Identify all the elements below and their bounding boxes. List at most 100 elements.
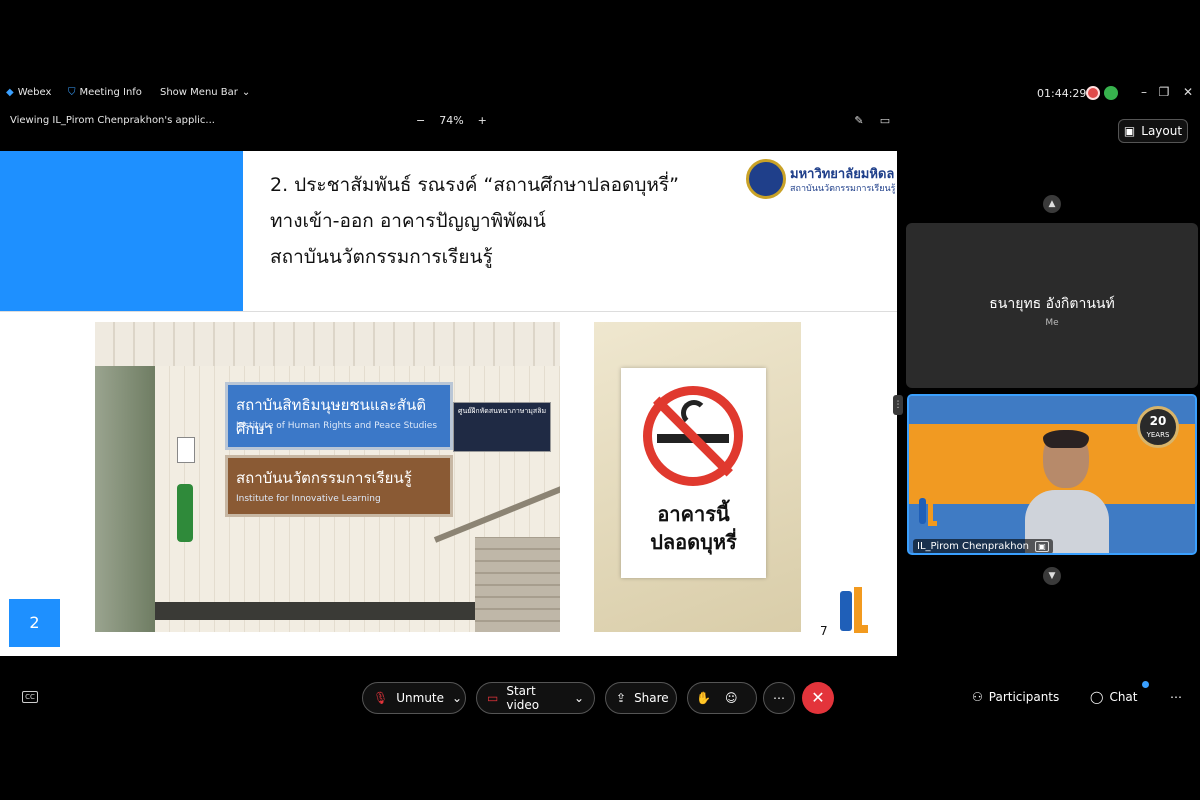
- sign-thai-text: สถาบันนวัตกรรมการเรียนรู้: [236, 469, 412, 487]
- il-logo-l: [854, 587, 868, 633]
- participant-tile-me[interactable]: ธนายุทธ อังกิตานนท์ Me: [906, 223, 1198, 388]
- meeting-info-button[interactable]: ⛉ Meeting Info: [68, 87, 142, 98]
- slide-title-line: 2. ประชาสัมพันธ์ รณรงค์ “สถานศึกษาปลอดบุ…: [270, 174, 679, 196]
- logo-subtitle: สถาบันนวัตกรรมการเรียนรู้: [790, 184, 896, 194]
- emoji-reaction-icon[interactable]: ☺: [725, 691, 738, 705]
- restore-icon[interactable]: ❐: [1156, 84, 1172, 100]
- zoom-controls: − 74% +: [416, 114, 487, 127]
- start-video-label: Start video: [506, 684, 540, 712]
- viewing-label: Viewing IL_Pirom Chenprakhon's applic...: [10, 115, 215, 126]
- presenter-hair: [1043, 430, 1089, 448]
- chevron-down-icon[interactable]: ⌄: [574, 691, 584, 705]
- share-label: Share: [634, 691, 669, 705]
- sign-thai-text: สถาบันสิทธิมนุษยชนและสันติศึกษา: [236, 396, 426, 438]
- webex-menu[interactable]: ◆ Webex: [6, 87, 51, 98]
- notice-title: ศูนย์ฝึกหัดสนทนาภาษามุสลิม: [458, 407, 547, 415]
- sign-english-text: Institute for Innovative Learning: [236, 494, 381, 504]
- remote-control-icon[interactable]: ▭: [878, 114, 892, 128]
- network-signal-icon[interactable]: [1104, 86, 1118, 100]
- minimize-icon[interactable]: –: [1136, 84, 1152, 100]
- share-button[interactable]: ⇪ Share: [605, 682, 677, 714]
- participant-me-label: Me: [1045, 318, 1059, 328]
- human-rights-sign: สถาบันสิทธิมนุษยชนและสันติศึกษา Institut…: [225, 382, 453, 450]
- scroll-down-button[interactable]: ▼: [1043, 567, 1061, 585]
- shield-icon: ⛉: [68, 87, 76, 98]
- layout-icon: ▣: [1123, 124, 1136, 138]
- share-toolbar: Viewing IL_Pirom Chenprakhon's applic...…: [0, 111, 900, 133]
- video-il-logo-icon: [917, 496, 943, 532]
- il-logo-i: [840, 591, 852, 631]
- photo-stairs: [475, 537, 560, 632]
- presenter-video: [1025, 430, 1109, 553]
- page-number: 7: [820, 624, 828, 638]
- microphone-muted-icon: 🎙: [373, 691, 389, 705]
- control-bar: 🎙 Unmute ⌄ ▭ Start video ⌄ ⇪ Share ✋ ☺ ⋯…: [0, 680, 1200, 716]
- leave-meeting-button[interactable]: ✕: [802, 682, 834, 714]
- il-logo-icon: [832, 583, 876, 639]
- unmute-label: Unmute: [396, 691, 445, 705]
- start-video-button[interactable]: ▭ Start video ⌄: [476, 682, 595, 714]
- layout-button[interactable]: ▣ Layout: [1118, 119, 1188, 143]
- panel-resize-handle[interactable]: ⋮: [893, 395, 903, 415]
- participant-name: IL_Pirom Chenprakhon ▣: [913, 539, 1053, 553]
- no-smoking-icon: [177, 437, 195, 463]
- video-il-logo-i: [919, 498, 926, 524]
- zoom-in-button[interactable]: +: [478, 114, 487, 127]
- photo-baseboard: [155, 602, 485, 620]
- close-icon[interactable]: ✕: [1180, 84, 1196, 100]
- participants-label: Participants: [988, 690, 1060, 704]
- ellipsis-icon: ⋯: [773, 691, 785, 705]
- mahidol-seal-logo: [746, 159, 786, 199]
- anniversary-badge: 20 YEARS: [1137, 406, 1179, 448]
- title-bar: ◆ Webex ⛉ Meeting Info Show Menu Bar ⌄ 0…: [0, 83, 1200, 105]
- participant-name: ธนายุทธ อังกิตานนท์: [989, 296, 1115, 312]
- slide-blue-block: [0, 151, 243, 312]
- notice-board: ศูนย์ฝึกหัดสนทนาภาษามุสลิม: [453, 402, 551, 452]
- badge-number: 20: [1149, 414, 1167, 428]
- participants-button[interactable]: ⚇ Participants: [972, 690, 1059, 704]
- photo-garden: [95, 366, 155, 632]
- video-il-logo-l: [928, 498, 937, 526]
- video-muted-icon: ▭: [487, 691, 499, 705]
- slide-title-line: ทางเข้า-ออก อาคารปัญญาพิพัฒน์: [270, 210, 546, 232]
- slide-title-line: สถาบันนวัตกรรมการเรียนรู้: [270, 246, 493, 268]
- no-smoking-sign: อาคารนี้ ปลอดบุหรี่: [621, 368, 766, 578]
- meeting-info-label: Meeting Info: [79, 87, 142, 98]
- zoom-level: 74%: [439, 114, 464, 127]
- shared-slide: 2. ประชาสัมพันธ์ รณรงค์ “สถานศึกษาปลอดบุ…: [0, 151, 897, 656]
- photo-ceiling: [95, 322, 560, 366]
- slide-divider: [0, 311, 897, 312]
- zoom-out-button[interactable]: −: [416, 114, 425, 127]
- more-options-button[interactable]: ⋯: [763, 682, 795, 714]
- badge-text: YEARS: [1146, 431, 1170, 439]
- chevron-down-icon: ⌄: [241, 87, 251, 98]
- annotate-icon[interactable]: ✎: [852, 114, 866, 128]
- no-smoking-text-line2: ปลอดบุหรี่: [650, 530, 737, 554]
- sign-english-text: Institute of Human Rights and Peace Stud…: [236, 421, 438, 431]
- chevron-down-icon[interactable]: ⌄: [452, 691, 462, 705]
- participants-icon: ⚇: [972, 690, 983, 704]
- webex-logo-icon: ◆: [6, 87, 14, 98]
- raise-hand-icon[interactable]: ✋: [696, 691, 711, 705]
- reactions-group: ✋ ☺: [687, 682, 757, 714]
- ellipsis-icon: ⋯: [1170, 690, 1182, 704]
- meeting-timer: 01:44:29: [1037, 87, 1087, 100]
- unmute-button[interactable]: 🎙 Unmute ⌄: [362, 682, 466, 714]
- share-icon: ⇪: [616, 691, 627, 705]
- show-menu-bar-button[interactable]: Show Menu Bar ⌄: [160, 87, 250, 98]
- participant-name-text: IL_Pirom Chenprakhon: [917, 541, 1030, 552]
- chat-label: Chat: [1109, 690, 1138, 704]
- innovative-learning-sign: สถาบันนวัตกรรมการเรียนรู้ Institute for …: [225, 455, 453, 517]
- chat-button[interactable]: ◯ Chat: [1090, 690, 1137, 704]
- fire-extinguisher-icon: [177, 484, 193, 542]
- participant-video-tile[interactable]: 20 YEARS IL_Pirom Chenprakhon ▣: [907, 394, 1197, 555]
- recording-icon[interactable]: [1086, 86, 1100, 100]
- scroll-up-button[interactable]: ▲: [1043, 195, 1061, 213]
- sharing-icon: ▣: [1035, 541, 1049, 552]
- webex-label: Webex: [17, 87, 52, 98]
- slide-title: 2. ประชาสัมพันธ์ รณรงค์ “สถานศึกษาปลอดบุ…: [270, 167, 679, 275]
- chat-icon: ◯: [1090, 690, 1104, 704]
- panel-options-button[interactable]: ⋯: [1170, 690, 1182, 704]
- slide-number-box: 2: [9, 599, 60, 647]
- no-smoking-photo: อาคารนี้ ปลอดบุหรี่: [594, 322, 801, 632]
